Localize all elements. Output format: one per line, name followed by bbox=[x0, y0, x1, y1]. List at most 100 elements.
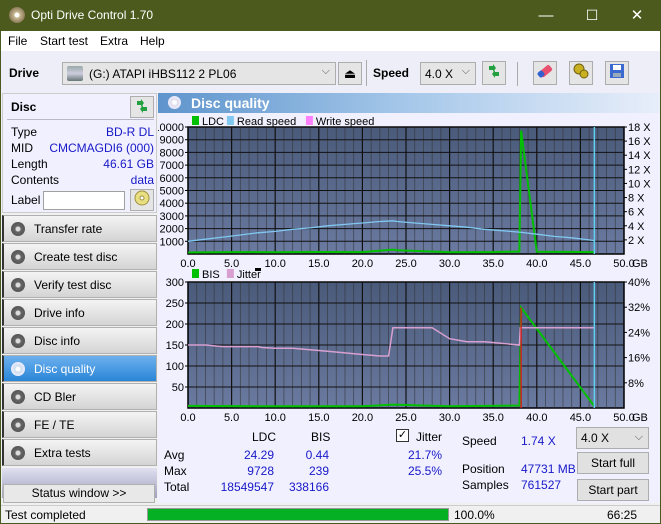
disc-type-value: BD-R DL bbox=[105, 125, 154, 139]
y-tick-left: 4000 bbox=[160, 198, 184, 210]
panel-header: Disc quality bbox=[158, 93, 660, 113]
disc-quality-icon bbox=[168, 96, 181, 109]
disc-label-button[interactable] bbox=[130, 189, 154, 211]
total-ldc: 18549547 bbox=[220, 480, 274, 494]
y-tick-right: 8% bbox=[628, 378, 644, 390]
y-tick-right: 10 X bbox=[628, 178, 651, 190]
x-axis-unit: GB bbox=[632, 412, 648, 424]
title-bar: Opti Drive Control 1.70 — ☐ ✕ bbox=[1, 0, 660, 31]
x-tick: 35.0 bbox=[482, 412, 503, 424]
x-tick: 0.0 bbox=[180, 412, 195, 424]
nav-disc-info[interactable]: Disc info bbox=[2, 327, 157, 354]
samples-value: 761527 bbox=[521, 478, 562, 492]
disc-tool-icon bbox=[11, 334, 25, 348]
chevron-down-icon: ⌵ bbox=[461, 65, 470, 77]
progress-bar bbox=[147, 508, 449, 521]
drive-select-value: (G:) ATAPI iHBS112 2 PL06 bbox=[89, 67, 237, 81]
chevron-down-icon: ⌵ bbox=[321, 65, 330, 77]
nav-extra-tests[interactable]: Extra tests bbox=[2, 439, 157, 466]
menu-help[interactable]: Help bbox=[140, 34, 165, 48]
y-tick-left: 7000 bbox=[160, 160, 184, 172]
nav-create-test-disc[interactable]: Create test disc bbox=[2, 243, 157, 270]
disc-mid-value: CMCMAGDI6 (000) bbox=[49, 141, 154, 155]
legend-label: Write speed bbox=[316, 116, 375, 128]
y-tick-left: 100 bbox=[166, 361, 184, 373]
disc-info-panel: Disc Type BD-R DL MID CMCMAGDI6 (000) Leng… bbox=[2, 93, 157, 213]
y-tick-right: 18 X bbox=[628, 122, 651, 134]
jitter-label: Jitter bbox=[416, 430, 443, 444]
disc-type-row: Type BD-R DL bbox=[11, 125, 154, 141]
y-tick-right: 8 X bbox=[628, 193, 645, 205]
test-speed-select[interactable]: 4.0 X ⌵ bbox=[576, 427, 649, 449]
legend-swatch bbox=[226, 116, 234, 125]
avg-bis: 0.44 bbox=[305, 448, 329, 462]
menu-file[interactable]: File bbox=[8, 34, 27, 48]
disc-quality-panel: Disc quality LDC Read speed Write speed 100… bbox=[158, 93, 660, 503]
samples-label: Samples bbox=[462, 478, 509, 492]
panel-title: Disc quality bbox=[191, 95, 270, 111]
x-tick: 15.0 bbox=[308, 412, 329, 424]
nav-fe-te[interactable]: FE / TE bbox=[2, 411, 157, 438]
x-tick: 45.0 bbox=[570, 412, 591, 424]
eraser-icon bbox=[537, 65, 553, 78]
row-label-max: Max bbox=[164, 464, 187, 478]
nav-drive-info[interactable]: Drive info bbox=[2, 299, 157, 326]
save-button[interactable] bbox=[605, 61, 629, 85]
nav-cd-bler[interactable]: CD Bler bbox=[2, 383, 157, 410]
disc-panel-title: Disc bbox=[11, 100, 37, 114]
y-tick-left: 200 bbox=[166, 319, 184, 331]
hard-drive-icon bbox=[67, 66, 83, 81]
col-header-bis: BIS bbox=[311, 430, 331, 444]
disc-label-input[interactable] bbox=[43, 191, 125, 210]
start-part-button[interactable]: Start part bbox=[577, 479, 649, 501]
y-tick-right: 12 X bbox=[628, 164, 651, 176]
y-tick-right: 32% bbox=[628, 302, 650, 314]
nav-label: Create test disc bbox=[34, 250, 118, 264]
y-tick-left: 250 bbox=[166, 298, 184, 310]
eject-button[interactable]: ⏏ bbox=[338, 62, 362, 85]
elapsed-time: 66:25 bbox=[607, 508, 638, 522]
ldc-chart: LDC Read speed Write speed 1000090008000700… bbox=[158, 116, 651, 270]
avg-ldc: 24.29 bbox=[243, 448, 274, 462]
maximize-button[interactable]: ☐ bbox=[569, 0, 615, 31]
test-speed-value: 4.0 X bbox=[581, 431, 610, 445]
legend-label: LDC bbox=[202, 116, 224, 128]
col-header-ldc: LDC bbox=[252, 430, 277, 444]
menu-start-test[interactable]: Start test bbox=[40, 34, 88, 48]
divider bbox=[7, 119, 154, 120]
field-key: Length bbox=[11, 157, 48, 171]
start-full-button[interactable]: Start full bbox=[577, 452, 649, 474]
avg-jitter: 21.7% bbox=[407, 448, 442, 462]
nav-disc-quality[interactable]: Disc quality bbox=[2, 355, 157, 382]
erase-button[interactable] bbox=[533, 61, 557, 85]
menu-extra[interactable]: Extra bbox=[100, 34, 128, 48]
refresh-button[interactable] bbox=[482, 61, 506, 85]
drive-select[interactable]: (G:) ATAPI iHBS112 2 PL06 ⌵ bbox=[62, 62, 336, 85]
minimize-button[interactable]: — bbox=[523, 0, 569, 31]
disc-mid-row: MID CMCMAGDI6 (000) bbox=[11, 141, 154, 157]
floppy-disk-icon bbox=[610, 64, 624, 78]
speed-stat-value: 1.74 X bbox=[521, 434, 556, 448]
y-tick-right: 14 X bbox=[628, 150, 651, 162]
jitter-checkbox[interactable]: ✓ bbox=[396, 429, 409, 442]
max-ldc: 9728 bbox=[247, 464, 274, 478]
y-tick-left: 300 bbox=[166, 277, 184, 289]
settings-button[interactable] bbox=[569, 61, 593, 85]
speed-select[interactable]: 4.0 X ⌵ bbox=[420, 62, 476, 85]
close-button[interactable]: ✕ bbox=[614, 0, 660, 31]
nav-transfer-rate[interactable]: Transfer rate bbox=[2, 215, 157, 242]
disc-refresh-button[interactable] bbox=[130, 96, 154, 118]
status-window-button[interactable]: Status window >> bbox=[3, 484, 155, 503]
nav-verify-test-disc[interactable]: Verify test disc bbox=[2, 271, 157, 298]
disc-length-row: Length 46.61 GB bbox=[11, 157, 154, 173]
y-tick-right: 6 X bbox=[628, 207, 645, 219]
nav-label: Disc info bbox=[34, 334, 81, 348]
cd-icon bbox=[134, 190, 150, 206]
sidebar: Disc Type BD-R DL MID CMCMAGDI6 (000) Leng… bbox=[2, 93, 157, 503]
speed-label: Speed bbox=[373, 66, 410, 80]
y-tick-right: 4 X bbox=[628, 221, 645, 233]
row-label-avg: Avg bbox=[164, 448, 185, 462]
y-tick-left: 2000 bbox=[160, 224, 184, 236]
x-tick: 25.0 bbox=[395, 412, 416, 424]
max-jitter: 25.5% bbox=[407, 464, 442, 478]
